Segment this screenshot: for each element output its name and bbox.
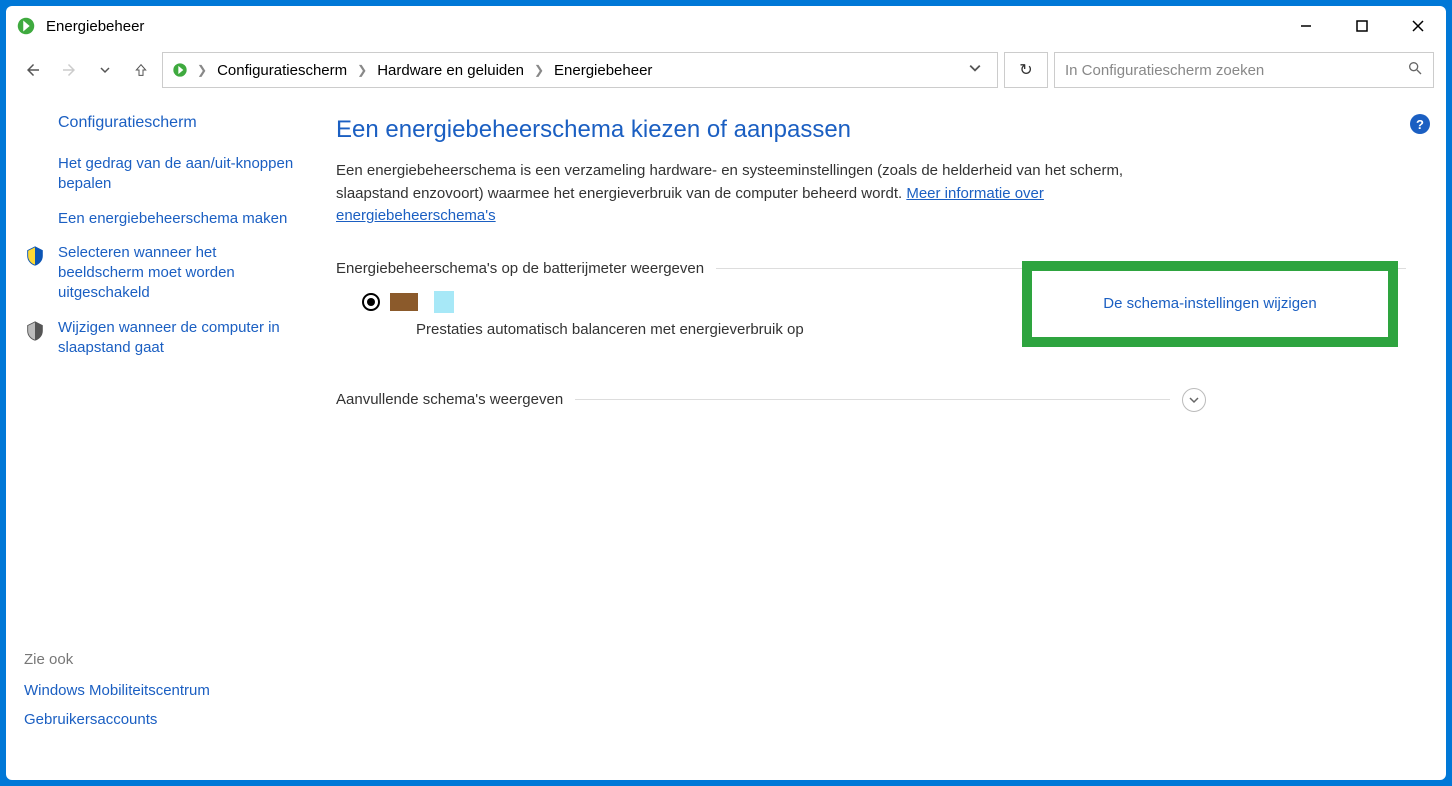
up-button[interactable] [126, 55, 156, 85]
plan-radio[interactable] [362, 293, 380, 311]
radio-dot-icon [367, 298, 375, 306]
app-icon [14, 14, 38, 38]
navigation-bar: ❯ Configuratiescherm ❯ Hardware en gelui… [6, 46, 1446, 94]
search-box[interactable] [1054, 52, 1434, 88]
recent-locations-button[interactable] [90, 55, 120, 85]
sidebar-heading[interactable]: Configuratiescherm [24, 114, 298, 132]
breadcrumb-item[interactable]: Hardware en geluiden [373, 60, 528, 81]
search-icon[interactable] [1407, 60, 1423, 80]
chevron-right-icon[interactable]: ❯ [355, 63, 369, 77]
content-body: Configuratiescherm Het gedrag van de aan… [6, 94, 1446, 780]
redacted-plan-name [390, 293, 418, 311]
chevron-right-icon[interactable]: ❯ [195, 63, 209, 77]
expand-label: Aanvullende schema's weergeven [336, 391, 563, 408]
sidebar: Configuratiescherm Het gedrag van de aan… [6, 94, 316, 780]
page-description: Een energiebeheerschema is een verzameli… [336, 160, 1186, 228]
additional-plans-section: Aanvullende schema's weergeven [336, 388, 1206, 412]
section-label-text: Energiebeheerschema's op de batterijmete… [336, 260, 704, 277]
search-input[interactable] [1065, 62, 1407, 79]
sidebar-see-also: Zie ook Windows Mobiliteitscentrum Gebru… [24, 651, 298, 760]
highlight-box: De schema-instellingen wijzigen [1022, 261, 1398, 347]
expand-button[interactable] [1182, 388, 1206, 412]
chevron-right-icon[interactable]: ❯ [532, 63, 546, 77]
page-title: Een energiebeheerschema kiezen of aanpas… [336, 116, 1406, 144]
address-icon [169, 59, 191, 81]
window-title: Energiebeheer [46, 18, 144, 35]
breadcrumb-item[interactable]: Energiebeheer [550, 60, 656, 81]
see-also-accounts[interactable]: Gebruikersaccounts [24, 711, 298, 728]
power-plan-row: De schema-instellingen wijzigen [336, 291, 1406, 313]
back-button[interactable] [18, 55, 48, 85]
divider [575, 399, 1170, 400]
sidebar-link-label: Wijzigen wanneer de computer in slaapsta… [58, 319, 280, 356]
window: Energiebeheer [6, 6, 1446, 780]
refresh-button[interactable]: ↻ [1004, 52, 1048, 88]
redacted-block [434, 291, 454, 313]
titlebar: Energiebeheer [6, 6, 1446, 46]
sidebar-link-sleep[interactable]: Wijzigen wanneer de computer in slaapsta… [24, 318, 298, 359]
window-controls [1278, 6, 1446, 46]
address-bar[interactable]: ❯ Configuratiescherm ❯ Hardware en gelui… [162, 52, 998, 88]
sidebar-link-create-plan[interactable]: Een energiebeheerschema maken [24, 209, 298, 229]
forward-button[interactable] [54, 55, 84, 85]
address-dropdown[interactable] [959, 61, 991, 79]
close-button[interactable] [1390, 6, 1446, 46]
main-content: Een energiebeheerschema kiezen of aanpas… [316, 94, 1446, 780]
sidebar-link-label: Selecteren wanneer het beeldscherm moet … [58, 244, 235, 302]
help-icon[interactable]: ? [1410, 114, 1430, 134]
minimize-button[interactable] [1278, 6, 1334, 46]
change-plan-settings-link[interactable]: De schema-instellingen wijzigen [1103, 295, 1316, 312]
sidebar-link-power-buttons[interactable]: Het gedrag van de aan/uit-knoppen bepale… [24, 154, 298, 195]
maximize-button[interactable] [1334, 6, 1390, 46]
breadcrumb-item[interactable]: Configuratiescherm [213, 60, 351, 81]
shield-icon [24, 320, 46, 342]
see-also-label: Zie ook [24, 651, 298, 668]
shield-icon [24, 245, 46, 267]
see-also-mobility[interactable]: Windows Mobiliteitscentrum [24, 682, 298, 699]
sidebar-link-display-off[interactable]: Selecteren wanneer het beeldscherm moet … [24, 243, 298, 304]
